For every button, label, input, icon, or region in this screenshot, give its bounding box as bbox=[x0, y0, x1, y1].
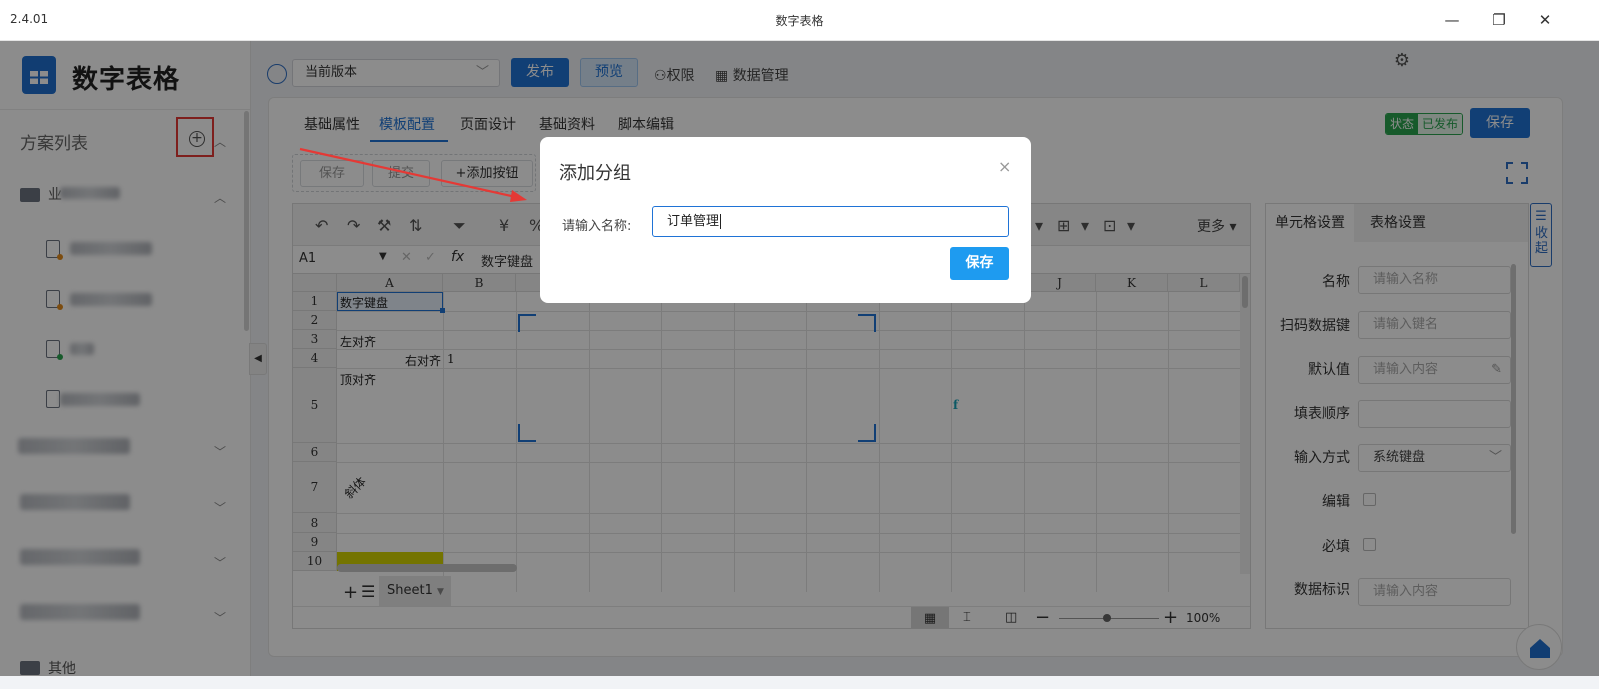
restore-button[interactable]: ❐ bbox=[1486, 8, 1512, 32]
minimize-button[interactable]: — bbox=[1439, 8, 1465, 32]
annotation-arrow-icon bbox=[299, 147, 527, 202]
group-name-value: 订单管理 bbox=[667, 214, 720, 229]
close-icon[interactable]: × bbox=[998, 157, 1011, 176]
dialog-save-button[interactable]: 保存 bbox=[950, 247, 1009, 280]
window-title: 数字表格 bbox=[775, 14, 824, 28]
title-bar: 2.4.01 数字表格 — ❐ ✕ bbox=[0, 0, 1599, 41]
group-name-input[interactable]: 订单管理 bbox=[652, 206, 1009, 237]
dialog-title: 添加分组 bbox=[559, 163, 631, 184]
name-label: 请输入名称: bbox=[562, 219, 632, 234]
close-window-button[interactable]: ✕ bbox=[1532, 8, 1558, 32]
add-group-dialog: 添加分组 × 请输入名称: 订单管理 保存 bbox=[540, 137, 1031, 303]
text-cursor bbox=[720, 214, 722, 229]
